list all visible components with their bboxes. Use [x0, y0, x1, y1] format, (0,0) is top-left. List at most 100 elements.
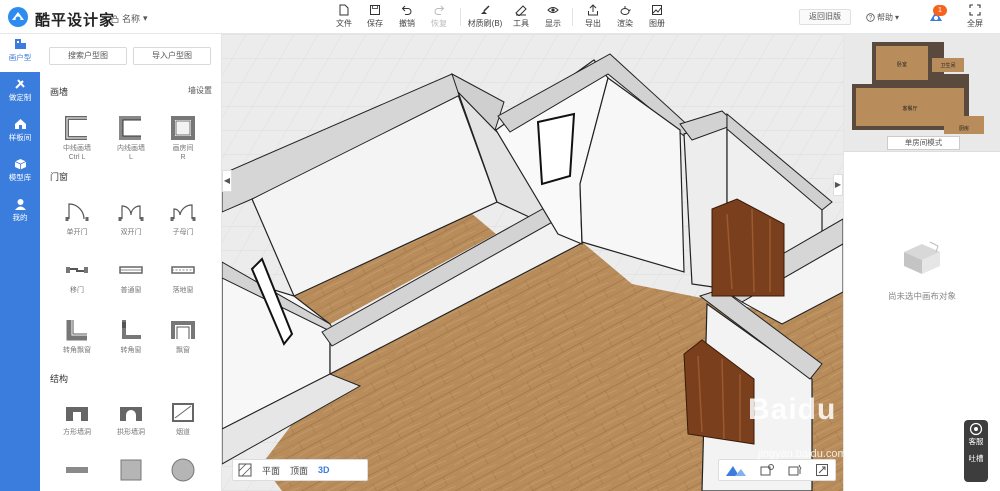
section-title-walls: 画墙	[50, 87, 69, 97]
nav-label: 模型库	[8, 173, 32, 182]
square-opening-item[interactable]: 方形墙洞	[54, 396, 100, 437]
minimap-plan: 卧室 卫生间 客餐厅 厨房	[852, 42, 984, 134]
lock-icon	[111, 14, 119, 23]
chevron-down-icon: ▾	[143, 13, 148, 23]
item-label: 拱形墙洞	[117, 429, 145, 436]
material-brush-button[interactable]: 材质刷(B)	[466, 3, 504, 33]
minimap-label: 卧室	[897, 61, 907, 68]
undo-button[interactable]: 撤销	[390, 3, 424, 33]
image-icon	[652, 5, 662, 15]
draw-wall-centerline[interactable]: 中线画墙 Ctrl L	[54, 112, 100, 162]
tools-button[interactable]: 工具	[504, 3, 538, 33]
toolbar-divider	[572, 8, 573, 26]
double-door-item[interactable]: 双开门	[108, 196, 154, 237]
single-room-mode-button[interactable]: 单房间模式	[887, 136, 960, 150]
export-label: 导出	[585, 19, 601, 28]
document-name-label: 名称	[122, 14, 141, 24]
corner-window-item[interactable]: 转角窗	[108, 314, 154, 355]
beam-icon	[66, 467, 88, 473]
item-label: 方形墙洞	[63, 429, 91, 436]
import-floorplan-button[interactable]: 导入户型图	[133, 47, 211, 65]
mountain-view-icon[interactable]	[725, 463, 747, 477]
item-label: 转角窗	[120, 347, 142, 354]
flue-item[interactable]: 烟道	[160, 396, 206, 437]
corner-bay-window-item[interactable]: 转角飘窗	[54, 314, 100, 355]
wall-settings-link[interactable]: 墙设置	[188, 85, 212, 96]
nav-item-floorplan[interactable]: 画户型	[0, 34, 40, 72]
cube-icon	[14, 159, 26, 170]
support-widget[interactable]: 客服 吐槽	[964, 420, 988, 482]
house-icon	[14, 119, 26, 129]
drawings-label: 图册	[649, 19, 665, 28]
nav-item-model-library[interactable]: 模型库	[0, 154, 40, 192]
save-button[interactable]: 保存	[358, 3, 392, 33]
headset-icon	[969, 422, 983, 436]
help-menu[interactable]: ? 帮助 ▾	[866, 12, 899, 23]
round-column-item[interactable]	[160, 454, 206, 486]
export-button[interactable]: 导出	[576, 3, 610, 33]
fit-view-icon[interactable]	[815, 463, 829, 477]
floor-window-icon	[171, 266, 195, 274]
empty-box-icon	[904, 241, 940, 274]
arch-opening-item[interactable]: 拱形墙洞	[108, 396, 154, 437]
square-opening-icon	[66, 407, 88, 421]
section-title-structure: 结构	[50, 374, 69, 384]
item-label: 内线画墙	[117, 145, 145, 152]
floorplan-minimap[interactable]: 卧室 卫生间 客餐厅 厨房 单房间模式	[844, 34, 1000, 152]
file-icon	[339, 4, 349, 16]
support-feedback-label[interactable]: 吐槽	[964, 453, 988, 464]
arch-opening-icon	[120, 407, 142, 421]
hatch-icon[interactable]	[238, 463, 252, 477]
single-door-item[interactable]: 单开门	[54, 196, 100, 237]
draw-room[interactable]: 画房间 R	[160, 112, 206, 162]
document-name[interactable]: 名称 ▾	[111, 12, 148, 25]
window-icon	[119, 266, 143, 274]
round-column-icon	[171, 458, 195, 482]
collapse-right-panel-button[interactable]: ▶	[833, 174, 843, 196]
nav-item-mine[interactable]: 我的	[0, 194, 40, 232]
walk-view-icon[interactable]	[787, 463, 803, 477]
item-label: 中线画墙	[63, 145, 91, 152]
display-button[interactable]: 显示	[536, 3, 570, 33]
app-logo-icon	[8, 7, 28, 27]
minimap-label: 客餐厅	[902, 105, 917, 112]
search-floorplan-button[interactable]: 搜索户型图	[49, 47, 127, 65]
item-shortcut: R	[180, 154, 186, 161]
normal-window-item[interactable]: 普通窗	[108, 254, 154, 295]
view-mode-3d[interactable]: 3D	[313, 465, 335, 475]
teapot-icon	[620, 6, 631, 15]
nav-item-custom[interactable]: 做定制	[0, 74, 40, 112]
item-label: 普通窗	[120, 287, 142, 294]
file-button[interactable]: 文件	[327, 3, 361, 33]
back-to-old-version-button[interactable]: 返回旧版	[799, 9, 851, 25]
drawings-button[interactable]: 图册	[640, 3, 674, 33]
nav-item-showroom[interactable]: 样板间	[0, 114, 40, 152]
sliding-door-item[interactable]: 移门	[54, 254, 100, 295]
component-panel: 搜索户型图 导入户型图 画墙 墙设置 中线画墙 Ctrl L 内线画墙 L 画房…	[40, 34, 222, 491]
beam-item[interactable]	[54, 454, 100, 486]
square-column-item[interactable]	[108, 454, 154, 486]
top-bar: 酷平设计家 名称 ▾ 文件 保存 撤销 恢复 材质刷(B) 工具 显示 导出 渲…	[0, 0, 1000, 34]
bay-window-item[interactable]: 飘窗	[160, 314, 206, 355]
minimap-label: 厨房	[959, 125, 969, 132]
room-icon	[171, 116, 195, 140]
orbit-view-icon[interactable]	[759, 463, 775, 477]
mother-child-door-item[interactable]: 子母门	[160, 196, 206, 237]
flue-icon	[172, 403, 194, 422]
redo-button[interactable]: 恢复	[422, 3, 456, 33]
square-column-icon	[120, 459, 142, 481]
draw-wall-innerline[interactable]: 内线画墙 L	[108, 112, 154, 162]
empty-selection-text: 尚未选中画布对象	[887, 291, 956, 301]
item-label: 转角飘窗	[63, 347, 91, 354]
innerline-wall-icon	[119, 116, 141, 140]
floor-window-item[interactable]: 落地窗	[160, 254, 206, 295]
item-shortcut: Ctrl L	[68, 154, 86, 161]
view-mode-top[interactable]: 顶面	[285, 464, 313, 477]
fullscreen-button[interactable]: 全屏	[962, 3, 988, 33]
support-service-label[interactable]: 客服	[964, 436, 988, 447]
view-mode-plan[interactable]: 平面	[257, 464, 285, 477]
collapse-left-panel-button[interactable]: ◀	[222, 170, 232, 192]
nav-label: 画户型	[8, 53, 32, 62]
tools-label: 工具	[513, 19, 529, 28]
render-button[interactable]: 渲染	[608, 3, 642, 33]
